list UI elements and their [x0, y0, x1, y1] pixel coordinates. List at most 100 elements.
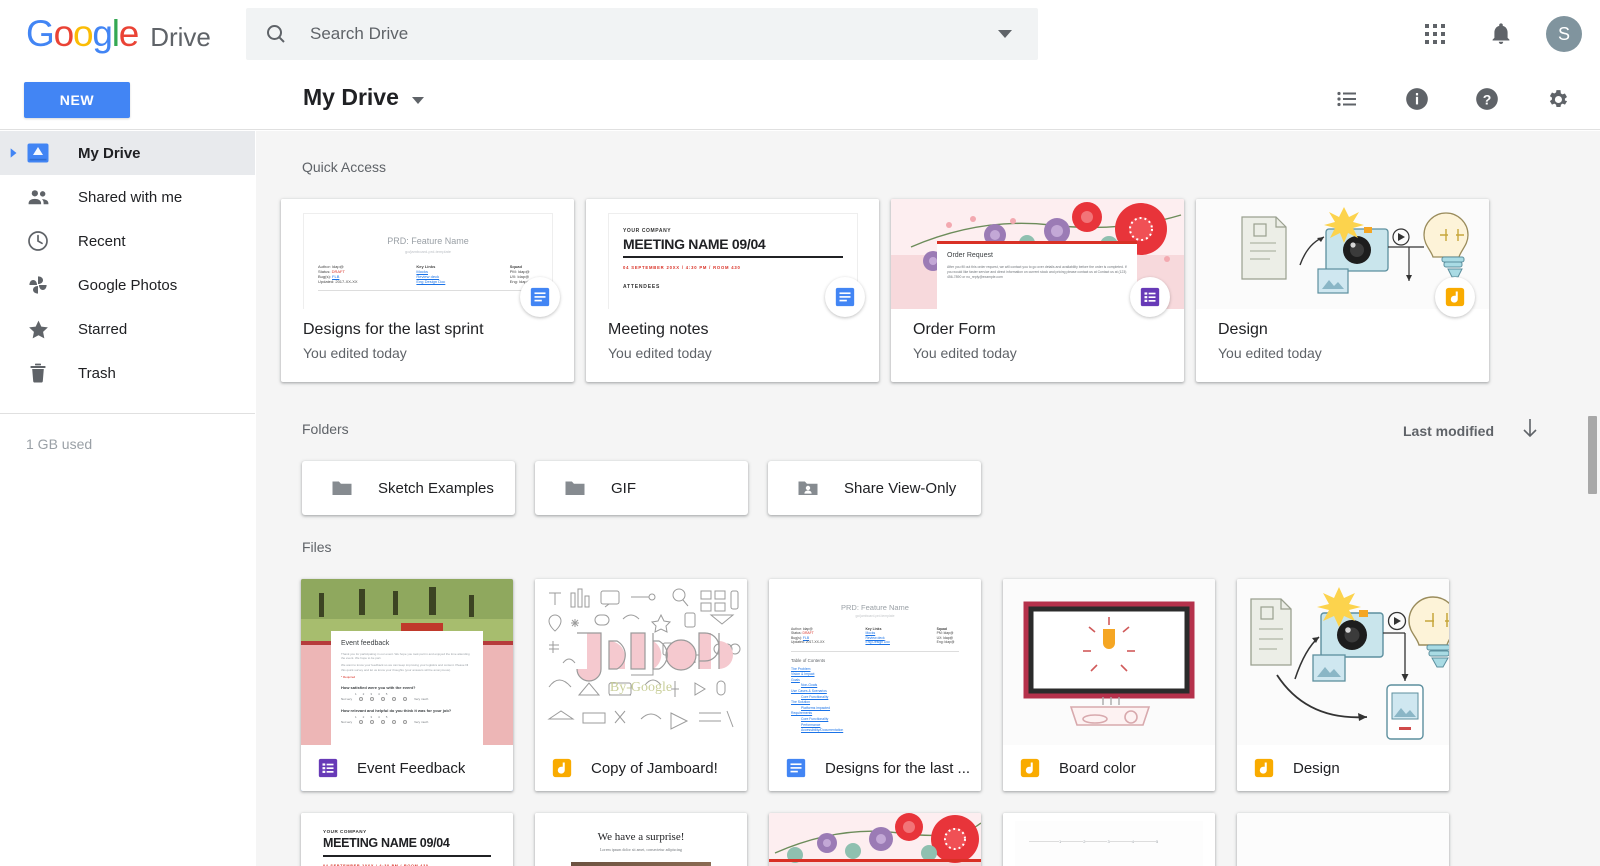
- thumb-body: After you fill out this order request, w…: [947, 265, 1127, 279]
- secondary-toolbar: NEW My Drive ?: [0, 68, 1600, 130]
- thumbnail: [1003, 579, 1215, 745]
- jamboard-icon: [1019, 757, 1041, 779]
- quick-access-card[interactable]: Design You edited today: [1196, 199, 1489, 382]
- file-name: Order Form: [913, 321, 996, 338]
- apps-grid-icon[interactable]: [1414, 13, 1456, 55]
- vertical-scrollbar-thumb[interactable]: [1588, 416, 1597, 494]
- file-card[interactable]: [769, 813, 981, 866]
- help-icon[interactable]: ?: [1466, 78, 1508, 120]
- thumb-title: PRD: Feature Name: [841, 603, 909, 612]
- sidebar-item-label: Google Photos: [78, 276, 178, 294]
- thumbnail: [769, 813, 981, 866]
- jamboard-icon: [1435, 277, 1475, 317]
- scale-low-label: Not very: [341, 719, 353, 724]
- search-input[interactable]: [310, 24, 998, 44]
- sidebar-item-trash[interactable]: Trash: [0, 351, 255, 395]
- file-subtitle: You edited today: [608, 345, 712, 361]
- thumb-title: MEETING NAME 09/04: [323, 836, 450, 850]
- google-drive-logo[interactable]: Google Drive: [26, 13, 242, 55]
- sidebar-item-starred[interactable]: Starred: [0, 307, 255, 351]
- file-card[interactable]: Board color: [1003, 579, 1215, 791]
- sidebar-item-label: Starred: [78, 320, 128, 338]
- folders-row: Sketch Examples GIF Share View-Only: [302, 461, 981, 515]
- file-subtitle: You edited today: [913, 345, 1017, 361]
- floral-art: [769, 813, 981, 866]
- design-sketch-art: [1237, 579, 1449, 745]
- search-bar[interactable]: [246, 8, 1038, 60]
- quick-access-card[interactable]: PRD: Feature Name go/jamboard-prd-templa…: [281, 199, 574, 382]
- search-icon: [267, 24, 285, 43]
- thumbnail: We have a surprise! Lorem ipsum dolor si…: [535, 813, 747, 866]
- google-wordmark: Google: [26, 13, 139, 54]
- files-grid: Event feedback Thank you for participati…: [301, 579, 1551, 866]
- thumbnail: [1237, 813, 1449, 866]
- folder-card[interactable]: GIF: [535, 461, 748, 515]
- settings-gear-icon[interactable]: [1536, 78, 1578, 120]
- info-icon[interactable]: [1396, 78, 1438, 120]
- sidebar-item-google-photos[interactable]: Google Photos: [0, 263, 255, 307]
- thumbnail: Event feedback Thank you for participati…: [301, 579, 513, 745]
- folder-card[interactable]: Sketch Examples: [302, 461, 515, 515]
- sidebar-item-my-drive[interactable]: My Drive: [0, 131, 255, 175]
- chevron-down-icon[interactable]: [411, 97, 424, 104]
- new-button[interactable]: NEW: [24, 82, 130, 118]
- vertical-scrollbar-track[interactable]: [1585, 131, 1600, 866]
- topbar-right-actions: S: [1414, 13, 1582, 55]
- quick-access-heading: Quick Access: [302, 159, 387, 175]
- file-card[interactable]: YOUR COMPANY MEETING NAME 09/04 04 SEPTE…: [301, 813, 513, 866]
- thumb-meta: 04 SEPTEMBER 20XX / 4:30 PM / ROOM 430: [623, 264, 741, 270]
- sidebar-item-shared-with-me[interactable]: Shared with me: [0, 175, 255, 219]
- file-subtitle: You edited today: [1218, 345, 1322, 361]
- file-card[interactable]: PRD: Feature Name go/jamboard-prd-templa…: [769, 579, 981, 791]
- file-name: Designs for the last ...: [825, 759, 971, 777]
- expand-triangle-icon[interactable]: [6, 146, 20, 160]
- quick-access-card[interactable]: Order Request After you fill out this or…: [891, 199, 1184, 382]
- top-app-bar: Google Drive S: [0, 0, 1600, 68]
- star-icon: [25, 316, 51, 342]
- sidebar-item-label: Recent: [78, 232, 126, 250]
- file-card[interactable]: 1 2 3 4 5: [1003, 813, 1215, 866]
- thumb-attendees: ATTENDEES: [623, 283, 661, 290]
- thumbnail: [1237, 579, 1449, 745]
- main-content: Quick Access PRD: Feature Name go/jamboa…: [256, 131, 1600, 866]
- list-view-icon[interactable]: [1326, 78, 1368, 120]
- sidebar-item-label: Shared with me: [78, 188, 183, 206]
- thumb-company: YOUR COMPANY: [323, 829, 367, 834]
- folder-shared-icon: [796, 476, 820, 500]
- google-docs-icon: [520, 277, 560, 317]
- sort-control[interactable]: Last modified: [1403, 417, 1540, 444]
- chevron-down-icon[interactable]: [998, 30, 1012, 38]
- file-footer: Designs for the last ...: [769, 745, 981, 791]
- file-footer: Event Feedback: [301, 745, 513, 791]
- file-card[interactable]: Event feedback Thank you for participati…: [301, 579, 513, 791]
- thumb-toc-title: Table of Contents: [791, 657, 826, 663]
- avatar[interactable]: S: [1546, 16, 1582, 52]
- folder-name: GIF: [611, 479, 636, 497]
- product-name-label: Drive: [150, 22, 211, 52]
- google-forms-icon: [1130, 277, 1170, 317]
- folder-name: Sketch Examples: [378, 479, 494, 497]
- sidebar-item-label: My Drive: [78, 144, 141, 162]
- thumb-question: How relevant and helpful do you think it…: [341, 707, 452, 713]
- file-card[interactable]: Design: [1237, 579, 1449, 791]
- file-name: Meeting notes: [608, 321, 709, 338]
- toolbar-right-actions: ?: [1326, 78, 1578, 120]
- svg-text:?: ?: [1483, 91, 1492, 107]
- storage-usage-label: 1 GB used: [26, 436, 93, 452]
- page-title: My Drive: [303, 84, 399, 110]
- google-forms-icon: [317, 757, 339, 779]
- arrow-down-icon[interactable]: [1520, 417, 1540, 444]
- sidebar-item-recent[interactable]: Recent: [0, 219, 255, 263]
- file-footer: Board color: [1003, 745, 1215, 791]
- clock-icon: [25, 228, 51, 254]
- file-card[interactable]: By-Google Copy of Jamboard!: [535, 579, 747, 791]
- notifications-bell-icon[interactable]: [1480, 13, 1522, 55]
- folder-card[interactable]: Share View-Only: [768, 461, 981, 515]
- file-card[interactable]: We have a surprise! Lorem ipsum dolor si…: [535, 813, 747, 866]
- breadcrumb[interactable]: My Drive: [303, 84, 424, 111]
- file-name: Event Feedback: [357, 759, 466, 777]
- file-card[interactable]: [1237, 813, 1449, 866]
- scale-high-label: Very much: [414, 719, 429, 724]
- quick-access-card[interactable]: YOUR COMPANY MEETING NAME 09/04 04 SEPTE…: [586, 199, 879, 382]
- file-footer: Design: [1237, 745, 1449, 791]
